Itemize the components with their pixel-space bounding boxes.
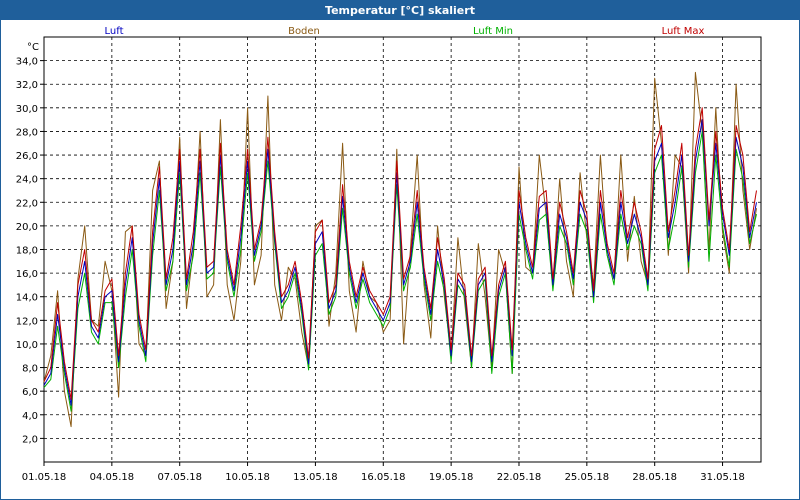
x-tick-label: 22.05.18 (497, 472, 542, 483)
x-tick-label: 07.05.18 (157, 472, 202, 483)
y-tick-label: 32,0 (16, 80, 38, 91)
window-title: Temperatur [°C] skaliert (1, 1, 799, 20)
legend-item-luft-min: Luft Min (473, 26, 513, 37)
x-tick-label: 25.05.18 (565, 472, 610, 483)
y-tick-label: 34,0 (16, 57, 38, 68)
y-tick-label: 30,0 (16, 104, 38, 115)
y-tick-label: 26,0 (16, 151, 38, 162)
legend-item-boden: Boden (288, 26, 320, 37)
x-tick-label: 10.05.18 (225, 472, 270, 483)
legend-item-luft-max: Luft Max (662, 26, 705, 37)
temperature-chart: Luft Boden Luft Min Luft Max 2,0 4,0 6,0 8,0 10… (1, 21, 799, 499)
y-tick-label: 8,0 (22, 364, 38, 375)
x-tick-label: 04.05.18 (90, 472, 135, 483)
x-tick-label: 19.05.18 (429, 472, 474, 483)
y-tick-label: 6,0 (22, 387, 38, 398)
y-tick-label: 18,0 (16, 246, 38, 257)
y-tick-label: 22,0 (16, 198, 38, 209)
y-tick-label: 20,0 (16, 222, 38, 233)
y-axis-label: °C (27, 42, 39, 53)
x-tick-label: 28.05.18 (632, 472, 677, 483)
x-tick-label: 13.05.18 (293, 472, 338, 483)
y-tick-label: 28,0 (16, 127, 38, 138)
x-tick-label: 16.05.18 (361, 472, 406, 483)
y-tick-label: 16,0 (16, 269, 38, 280)
legend-item-luft: Luft (105, 26, 124, 37)
y-tick-label: 2,0 (22, 434, 38, 445)
y-tick-label: 14,0 (16, 293, 38, 304)
x-tick-label: 31.05.18 (700, 472, 745, 483)
y-tick-label: 10,0 (16, 340, 38, 351)
y-tick-label: 24,0 (16, 175, 38, 186)
chart-window: Temperatur [°C] skaliert Luft Boden Luft M… (0, 0, 800, 500)
y-tick-label: 4,0 (22, 411, 38, 422)
x-tick-label: 01.05.18 (22, 472, 67, 483)
y-tick-label: 12,0 (16, 316, 38, 327)
